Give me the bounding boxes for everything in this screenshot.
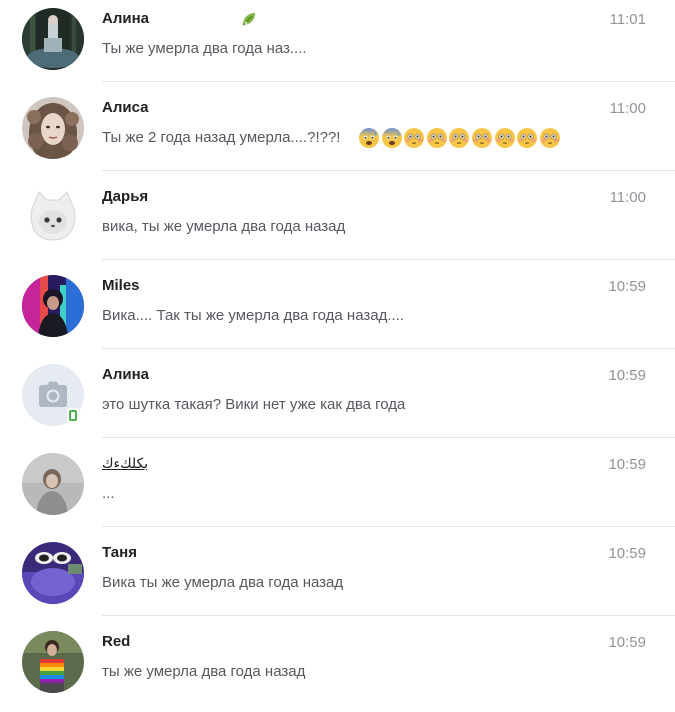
divider xyxy=(102,170,675,171)
divider xyxy=(102,437,675,438)
avatar[interactable] xyxy=(22,453,84,515)
conversation-row[interactable]: Алина 11:01 Ты же умерла два года наз...… xyxy=(0,0,675,89)
contact-name: Алина xyxy=(102,366,149,383)
message-preview: ... xyxy=(102,485,115,502)
contact-name: Red xyxy=(102,633,131,650)
contact-name: بكلكءك xyxy=(102,455,149,471)
message-time: 10:59 xyxy=(608,367,646,384)
avatar[interactable] xyxy=(22,8,84,70)
contact-name: Таня xyxy=(102,544,137,561)
anxious-face-with-sweat-icon xyxy=(359,128,379,148)
message-time: 10:59 xyxy=(608,278,646,295)
avatar[interactable] xyxy=(22,97,84,159)
message-time: 11:00 xyxy=(609,189,646,206)
message-time: 11:00 xyxy=(609,100,646,117)
message-preview: Ты же умерла два года наз.... xyxy=(102,40,307,57)
conversation-row[interactable]: Red 10:59 ты же умерла два года назад xyxy=(0,623,675,712)
flushed-face-icon xyxy=(539,128,560,148)
avatar[interactable] xyxy=(22,275,84,337)
message-time: 10:59 xyxy=(608,545,646,562)
leaf-icon xyxy=(242,13,255,26)
flushed-face-icon xyxy=(471,128,492,148)
contact-name: Miles xyxy=(102,277,140,294)
divider xyxy=(102,615,675,616)
avatar[interactable] xyxy=(22,186,84,248)
message-preview: ты же умерла два года назад xyxy=(102,663,306,680)
contact-name: Алина xyxy=(102,10,149,27)
contact-name: Алиса xyxy=(102,99,149,116)
message-time: 10:59 xyxy=(608,456,646,473)
flushed-face-icon xyxy=(517,128,538,148)
conversation-list: Алина 11:01 Ты же умерла два года наз...… xyxy=(0,0,675,693)
message-preview: Вика ты же умерла два года назад xyxy=(102,574,344,591)
divider xyxy=(102,259,675,260)
flushed-face-icon xyxy=(494,128,515,148)
conversation-row[interactable]: Дарья 11:00 вика, ты же умерла два года … xyxy=(0,178,675,267)
message-preview: Ты же 2 года назад умерла....?!??! xyxy=(102,129,341,146)
avatar[interactable] xyxy=(22,542,84,604)
online-mobile-icon xyxy=(67,408,79,423)
message-preview: вика, ты же умерла два года назад xyxy=(102,218,346,235)
message-preview: это шутка такая? Вики нет уже как два го… xyxy=(102,396,406,413)
divider xyxy=(102,526,675,527)
conversation-row[interactable]: Алина 10:59 это шутка такая? Вики нет уж… xyxy=(0,356,675,445)
emoji-row xyxy=(358,127,561,149)
message-time: 10:59 xyxy=(608,634,646,651)
anxious-face-with-sweat-icon xyxy=(381,128,402,148)
conversation-row[interactable]: Алиса 11:00 Ты же 2 года назад умерла...… xyxy=(0,89,675,178)
flushed-face-icon xyxy=(449,128,470,148)
conversation-row[interactable]: بكلكءك 10:59 ... xyxy=(0,445,675,534)
message-preview: Вика.... Так ты же умерла два года назад… xyxy=(102,307,405,324)
conversation-row[interactable]: Miles 10:59 Вика.... Так ты же умерла дв… xyxy=(0,267,675,356)
divider xyxy=(102,81,675,82)
contact-name: Дарья xyxy=(102,188,149,205)
flushed-face-icon xyxy=(404,128,425,148)
divider xyxy=(102,348,675,349)
message-time: 11:01 xyxy=(609,11,646,28)
avatar[interactable] xyxy=(22,631,84,693)
conversation-row[interactable]: Таня 10:59 Вика ты же умерла два года на… xyxy=(0,534,675,623)
flushed-face-icon xyxy=(426,128,447,148)
